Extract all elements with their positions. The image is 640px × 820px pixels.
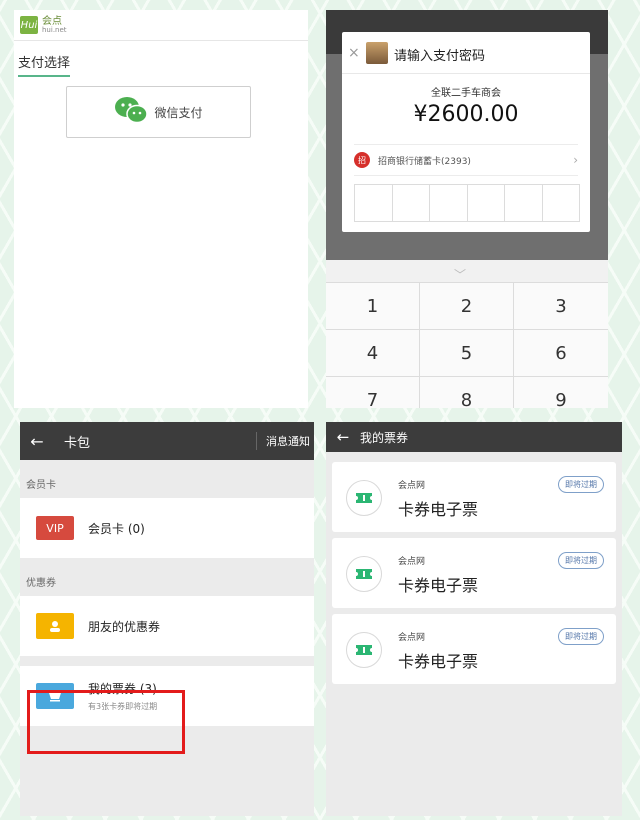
key-8[interactable]: 8 [420,377,514,408]
key-6[interactable]: 6 [514,330,608,377]
wechat-icon [114,96,149,128]
logo-name: 会点 [42,15,62,27]
merchant-name: 全联二手车商会 [431,88,501,99]
key-7[interactable]: 7 [326,377,420,408]
payment-password-panel: × 请输入支付密码 全联二手车商会 ¥2600.00 招 招商银行储蓄卡(239… [326,10,608,408]
password-input[interactable] [354,184,580,222]
page-title: 支付选择 [18,52,71,77]
expiry-notice: 有3张卡券即将过期 [88,702,158,711]
friends-coupon-item[interactable]: 朋友的优惠券 [20,596,314,656]
ticket-icon [346,632,382,668]
back-arrow-icon[interactable]: ← [326,428,360,446]
key-2[interactable]: 2 [420,283,514,330]
expiring-badge: 即将过期 [558,552,604,569]
expiring-badge: 即将过期 [558,628,604,645]
numeric-keypad: 1 2 3 4 5 6 7 8 9 [326,282,608,408]
avatar [366,42,388,64]
page-title: 卡包 [64,435,91,451]
back-arrow-icon[interactable]: ← [20,432,54,451]
vip-icon: VIP [36,516,74,540]
password-dialog: × 请输入支付密码 全联二手车商会 ¥2600.00 招 招商银行储蓄卡(239… [342,32,590,232]
title-bar: ← 我的票券 [326,422,622,452]
my-tickets-item[interactable]: 我的票券 (3) 有3张卡券即将过期 [20,666,314,726]
bank-logo-icon: 招 [354,152,370,168]
key-9[interactable]: 9 [514,377,608,408]
ticket-icon [346,480,382,516]
close-icon[interactable]: × [348,45,360,61]
ticket-card[interactable]: 会点网 卡券电子票 即将过期 [332,538,616,608]
member-card-item[interactable]: VIP 会员卡 (0) [20,498,314,558]
bank-card-selector[interactable]: 招 招商银行储蓄卡(2393) › [354,144,578,176]
logo: Hui [20,16,38,34]
key-5[interactable]: 5 [420,330,514,377]
ticket-merchant: 会点网 [398,557,426,567]
member-card-label: 会员卡 (0) [88,521,145,536]
divider [256,432,257,450]
chevron-right-icon: › [573,153,578,167]
key-1[interactable]: 1 [326,283,420,330]
section-coupons: 优惠券 [26,578,56,589]
page-title: 我的票券 [360,430,409,445]
message-notifications-link[interactable]: 消息通知 [266,433,310,449]
key-3[interactable]: 3 [514,283,608,330]
ticket-cup-icon [36,683,74,709]
pay-choice-panel: Hui 会点 hui.net 支付选择 微信支付 [14,10,308,408]
person-icon [36,613,74,639]
friends-coupon-label: 朋友的优惠券 [88,619,161,634]
title-bar: ← 卡包 消息通知 [20,422,314,460]
wechat-pay-label: 微信支付 [154,105,203,120]
ticket-merchant: 会点网 [398,633,426,643]
payment-amount: ¥2600.00 [413,102,519,127]
ticket-name: 卡券电子票 [398,576,479,595]
logo-domain: hui.net [42,25,67,34]
expiring-badge: 即将过期 [558,476,604,493]
ticket-name: 卡券电子票 [398,652,479,671]
wechat-pay-button[interactable]: 微信支付 [66,86,251,138]
dialog-title: 请输入支付密码 [394,49,486,64]
chevron-down-icon[interactable]: ﹀ [454,266,466,283]
divider [342,73,590,74]
ticket-icon [346,556,382,592]
card-wallet-panel: ← 卡包 消息通知 会员卡 VIP 会员卡 (0) 优惠券 朋友的优惠券 我的票… [20,422,314,816]
bank-card-label: 招商银行储蓄卡(2393) [378,156,471,167]
ticket-card[interactable]: 会点网 卡券电子票 即将过期 [332,462,616,532]
ticket-name: 卡券电子票 [398,500,479,519]
section-member-cards: 会员卡 [26,480,56,491]
ticket-merchant: 会点网 [398,481,426,491]
my-tickets-label: 我的票券 (3) [88,682,157,696]
ticket-card[interactable]: 会点网 卡券电子票 即将过期 [332,614,616,684]
key-4[interactable]: 4 [326,330,420,377]
header-bar: Hui 会点 hui.net [14,10,308,41]
my-tickets-panel: ← 我的票券 会点网 卡券电子票 即将过期 会点网 卡券电子票 即将过期 会点网… [326,422,622,816]
